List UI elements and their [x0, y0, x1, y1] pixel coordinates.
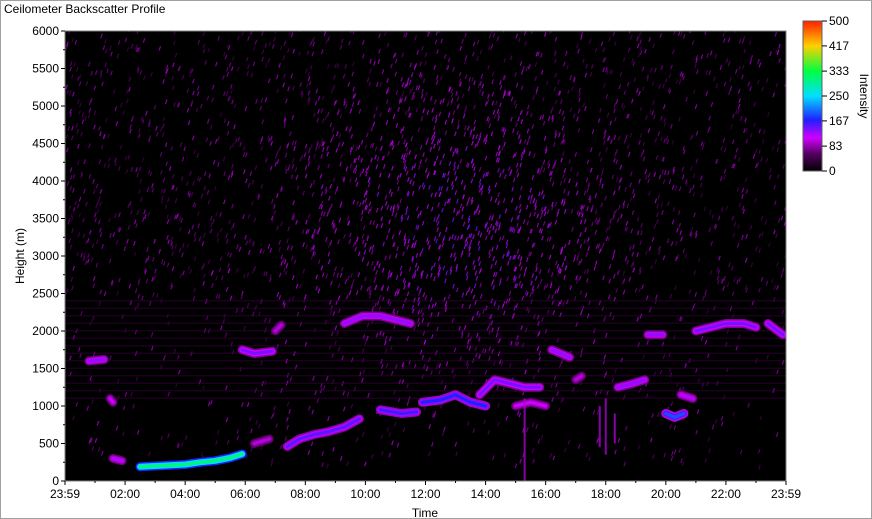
y-tick-label: 6000	[32, 24, 59, 38]
noise-speck	[656, 31, 658, 32]
noise-band	[65, 300, 786, 302]
y-tick-label: 4000	[32, 174, 59, 188]
colorbar-tick-label: 167	[829, 114, 849, 128]
y-tick-label: 1000	[32, 399, 59, 413]
colorbar-tick-label: 0	[829, 164, 836, 178]
y-tick-label: 5500	[32, 62, 59, 76]
y-tick-label: 5000	[32, 99, 59, 113]
y-tick-label: 3500	[32, 212, 59, 226]
y-tick-label: 0	[52, 474, 59, 488]
x-tick-label: 10:00	[350, 487, 380, 501]
y-tick-label: 2500	[32, 287, 59, 301]
y-tick-label: 2000	[32, 324, 59, 338]
noise-band	[65, 337, 786, 339]
noise-band	[65, 330, 786, 332]
chart-window: Ceilometer Backscatter Profile 0 500 1000 1…	[0, 0, 872, 519]
x-tick-label: 23:59	[50, 487, 80, 501]
y-tick-label: 500	[39, 437, 59, 451]
x-tick-label: 22:00	[711, 487, 741, 501]
x-axis: 23:59 02:00 04:00 06:00 08:00 10:00 12:00 14:00…	[50, 481, 801, 501]
x-tick-label: 12:00	[410, 487, 440, 501]
noise-band	[65, 345, 786, 347]
y-tick-label: 1500	[32, 362, 59, 376]
x-tick-label: 08:00	[290, 487, 320, 501]
colorbar-title: Intensity	[857, 74, 871, 119]
noise-band	[65, 375, 786, 377]
cloud-layer-core	[87, 358, 106, 363]
y-tick-label: 4500	[32, 137, 59, 151]
colorbar-gradient	[802, 20, 823, 172]
noise-band	[65, 382, 786, 384]
x-tick-label: 02:00	[110, 487, 140, 501]
y-axis-title: Height (m)	[13, 228, 27, 284]
x-tick-label: 23:59	[771, 487, 801, 501]
x-tick-label: 18:00	[591, 487, 621, 501]
noise-band	[65, 390, 786, 392]
x-tick-label: 04:00	[170, 487, 200, 501]
colorbar-tick-label: 500	[829, 14, 849, 28]
noise-band	[65, 315, 786, 317]
chart-canvas: 0500100015002000250030003500400045005000…	[13, 14, 871, 518]
x-tick-label: 16:00	[531, 487, 561, 501]
x-axis-title: Time	[412, 506, 439, 518]
colorbar-tick-label: 417	[829, 39, 849, 53]
noise-band	[65, 322, 786, 324]
colorbar-tick-label: 333	[829, 64, 849, 78]
noise-band	[65, 352, 786, 354]
x-tick-label: 14:00	[471, 487, 501, 501]
noise-band	[65, 360, 786, 362]
x-tick-label: 20:00	[651, 487, 681, 501]
y-tick-label: 3000	[32, 249, 59, 263]
y-axis: 0 500 1000 1500 2000 2500 3000 3500 4000 4500 5000…	[32, 24, 65, 488]
colorbar: 500 417 333 250 167 83 0 Intensity	[802, 14, 871, 178]
colorbar-tick-label: 250	[829, 89, 849, 103]
noise-band	[65, 367, 786, 369]
colorbar-tick-label: 83	[829, 139, 843, 153]
noise-band	[65, 307, 786, 309]
x-tick-label: 06:00	[230, 487, 260, 501]
